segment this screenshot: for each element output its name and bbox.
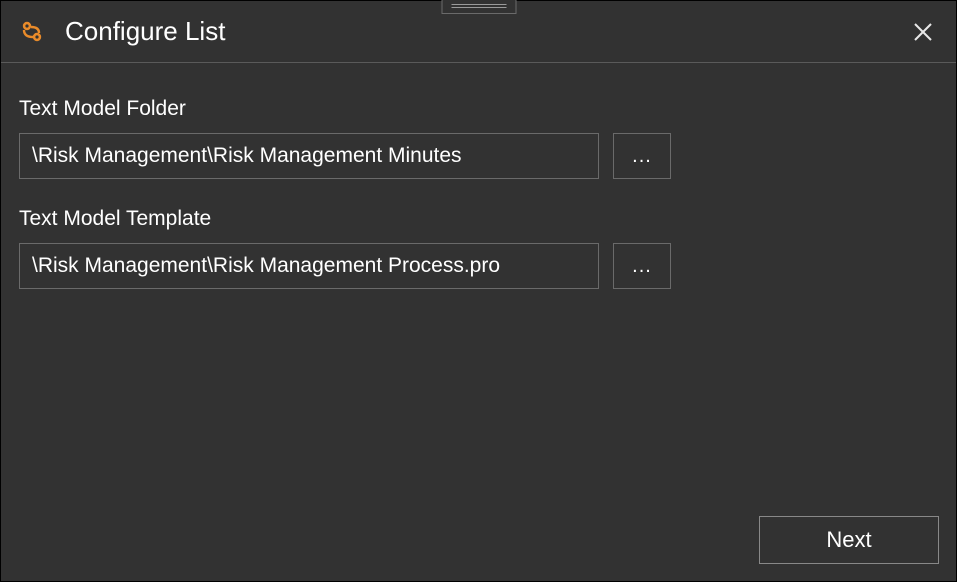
dialog-content: Text Model Folder ... Text Model Templat…: [1, 63, 956, 289]
template-input[interactable]: [19, 243, 599, 289]
folder-label: Text Model Folder: [19, 97, 938, 121]
close-icon: [912, 21, 934, 43]
template-label: Text Model Template: [19, 207, 938, 231]
field-folder: Text Model Folder ...: [19, 97, 938, 179]
template-browse-button[interactable]: ...: [613, 243, 671, 289]
next-button[interactable]: Next: [759, 516, 939, 564]
dialog-title: Configure List: [65, 16, 225, 47]
app-icon: [17, 17, 47, 47]
field-template: Text Model Template ...: [19, 207, 938, 289]
folder-row: ...: [19, 133, 938, 179]
dialog-header: Configure List: [1, 1, 956, 63]
close-button[interactable]: [908, 17, 938, 47]
folder-input[interactable]: [19, 133, 599, 179]
folder-browse-button[interactable]: ...: [613, 133, 671, 179]
template-row: ...: [19, 243, 938, 289]
dialog-footer: Next: [759, 516, 939, 564]
